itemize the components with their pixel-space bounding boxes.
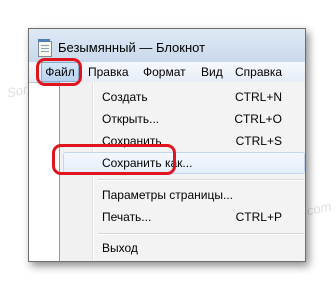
notepad-icon [38,39,52,57]
menu-edit[interactable]: Правка [88,65,129,79]
window-title: Безымянный — Блокнот [58,40,206,55]
menu-item-exit[interactable]: Выход [60,237,305,259]
menu-item-shortcut: CTRL+O [234,112,282,126]
menu-item-new[interactable]: Создать CTRL+N [60,86,305,108]
menu-item-label: Параметры страницы... [102,188,233,202]
menu-item-page-setup[interactable]: Параметры страницы... [60,184,305,206]
menu-separator [98,179,304,180]
menu-item-shortcut: CTRL+P [235,210,282,224]
menu-item-label: Открыть... [102,112,160,126]
highlight-ring-file-menu [36,58,82,86]
menu-item-print[interactable]: Печать... CTRL+P [60,206,305,228]
menu-item-label: Выход [102,241,138,255]
menu-item-label: Создать [102,90,148,104]
menu-view[interactable]: Вид [201,65,223,79]
menu-help[interactable]: Справка [235,65,282,79]
menu-item-open[interactable]: Открыть... CTRL+O [60,108,305,130]
menu-separator [98,233,304,234]
menu-format[interactable]: Формат [143,65,186,79]
menu-item-shortcut: CTRL+S [235,134,282,148]
menu-item-shortcut: CTRL+N [234,90,282,104]
menu-item-label: Печать... [102,210,152,224]
highlight-ring-save-as [52,144,176,175]
